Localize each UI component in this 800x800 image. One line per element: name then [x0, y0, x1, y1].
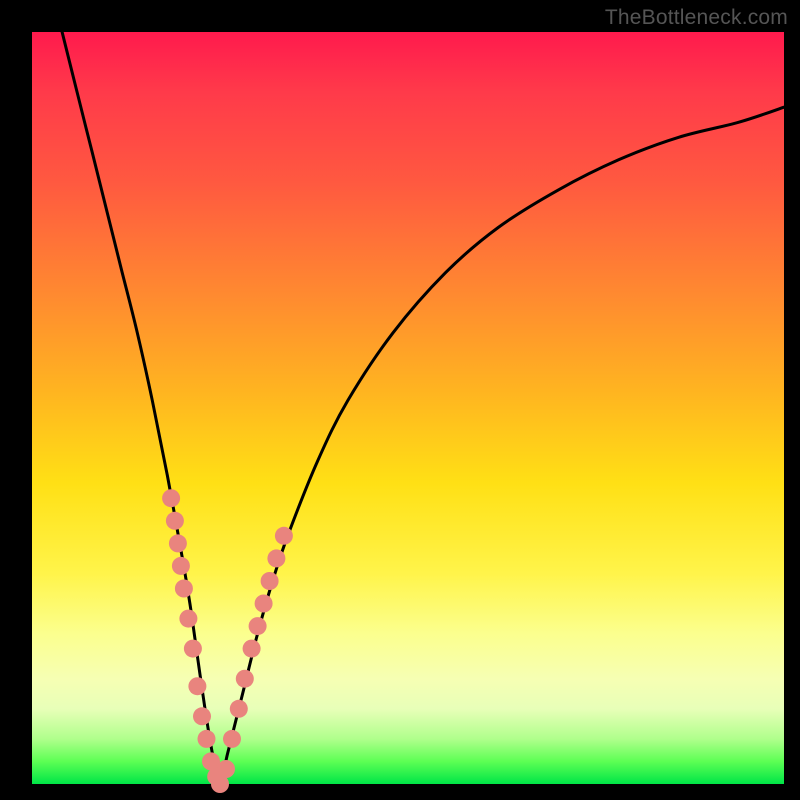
data-markers: [162, 489, 293, 793]
data-point: [193, 707, 211, 725]
data-point: [162, 489, 180, 507]
data-point: [172, 557, 190, 575]
data-point: [184, 640, 202, 658]
data-point: [275, 527, 293, 545]
data-point: [255, 595, 273, 613]
data-point: [230, 700, 248, 718]
plot-area: [32, 32, 784, 784]
data-point: [223, 730, 241, 748]
chart-frame: TheBottleneck.com: [0, 0, 800, 800]
watermark-text: TheBottleneck.com: [605, 6, 788, 30]
data-point: [175, 580, 193, 598]
data-point: [236, 670, 254, 688]
data-point: [243, 640, 261, 658]
data-point: [217, 760, 235, 778]
data-point: [166, 512, 184, 530]
bottleneck-curve: [62, 32, 784, 784]
data-point: [188, 677, 206, 695]
data-point: [169, 534, 187, 552]
chart-svg: [32, 32, 784, 784]
data-point: [261, 572, 279, 590]
data-point: [267, 549, 285, 567]
data-point: [198, 730, 216, 748]
data-point: [179, 610, 197, 628]
data-point: [249, 617, 267, 635]
